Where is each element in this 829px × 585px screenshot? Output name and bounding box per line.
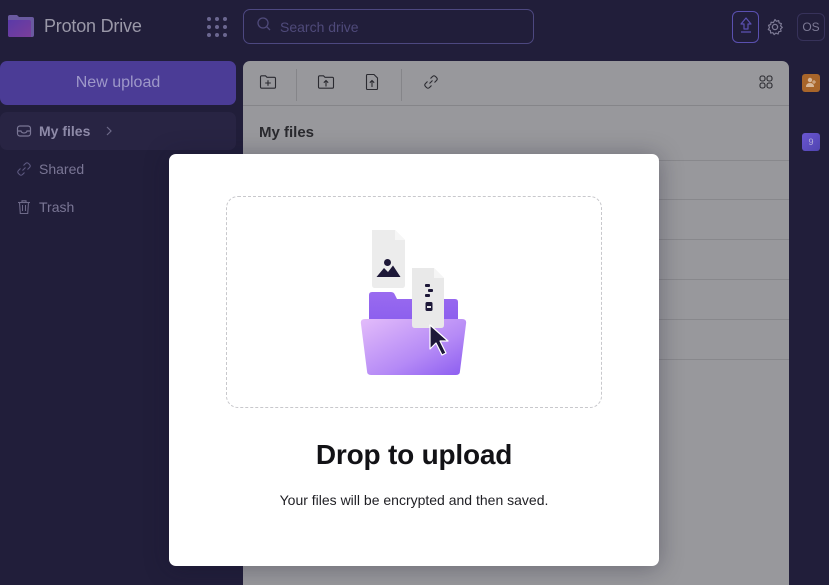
link-icon — [16, 161, 32, 177]
contacts-app-button[interactable] — [802, 74, 820, 92]
new-folder-button[interactable] — [258, 74, 278, 94]
sidebar-item-my-files[interactable]: My files — [0, 112, 236, 150]
calendar-icon: 9 — [808, 137, 814, 147]
header: Proton Drive OS — [0, 0, 829, 55]
chevron-right-icon[interactable] — [104, 125, 114, 137]
grid-dot — [207, 33, 211, 37]
share-link-button[interactable] — [421, 74, 441, 94]
zip-file-icon — [412, 268, 444, 328]
page-title: My files — [259, 124, 315, 141]
search-icon — [256, 16, 272, 37]
grid-dot — [223, 25, 227, 29]
app-switcher-rail: 9 — [789, 55, 829, 585]
proton-drive-logo-icon — [7, 15, 35, 37]
grid-view-icon — [758, 74, 774, 95]
upload-folder-button[interactable] — [316, 74, 336, 94]
contacts-icon — [805, 76, 817, 90]
drop-zone[interactable] — [226, 196, 602, 408]
grid-dot — [215, 25, 219, 29]
grid-dot — [215, 33, 219, 37]
grid-dot — [223, 17, 227, 21]
grid-dot — [207, 25, 211, 29]
link-icon — [423, 74, 439, 95]
sidebar-item-label: Trash — [39, 199, 75, 215]
transfer-status-button[interactable] — [732, 11, 759, 43]
avatar-initials: OS — [802, 20, 820, 34]
folder-upload-icon — [317, 74, 335, 95]
settings-button[interactable] — [766, 18, 784, 36]
apps-grid-button[interactable] — [205, 15, 229, 39]
user-avatar-button[interactable]: OS — [797, 13, 825, 41]
search-input[interactable] — [280, 18, 520, 35]
new-upload-button[interactable]: New upload — [0, 61, 236, 105]
search-bar[interactable] — [243, 9, 534, 44]
modal-subtitle: Your files will be encrypted and then sa… — [279, 492, 549, 508]
sidebar-item-label: Shared — [39, 161, 85, 177]
layout-toggle-button[interactable] — [756, 74, 776, 94]
grid-dots-icon — [207, 17, 211, 21]
toolbar — [243, 61, 789, 106]
upload-illustration — [357, 229, 477, 377]
trash-icon — [16, 199, 32, 215]
drop-upload-modal: Drop to upload Your files will be encryp… — [169, 154, 659, 566]
modal-title: Drop to upload — [315, 439, 513, 470]
app-logo[interactable]: Proton Drive — [7, 15, 142, 37]
app-title: Proton Drive — [44, 15, 142, 36]
grid-dot — [223, 33, 227, 37]
toolbar-divider — [401, 69, 402, 101]
toolbar-divider — [296, 69, 297, 101]
calendar-app-button[interactable]: 9 — [802, 133, 820, 151]
upload-file-button[interactable] — [362, 73, 382, 96]
upload-arrow-icon — [739, 16, 753, 39]
file-upload-icon — [364, 73, 380, 96]
image-file-icon — [372, 230, 405, 288]
grid-dot — [215, 17, 219, 21]
folder-plus-icon — [259, 74, 277, 95]
inbox-icon — [16, 123, 32, 139]
sidebar-item-label: My files — [39, 123, 91, 139]
gear-icon — [766, 18, 784, 40]
